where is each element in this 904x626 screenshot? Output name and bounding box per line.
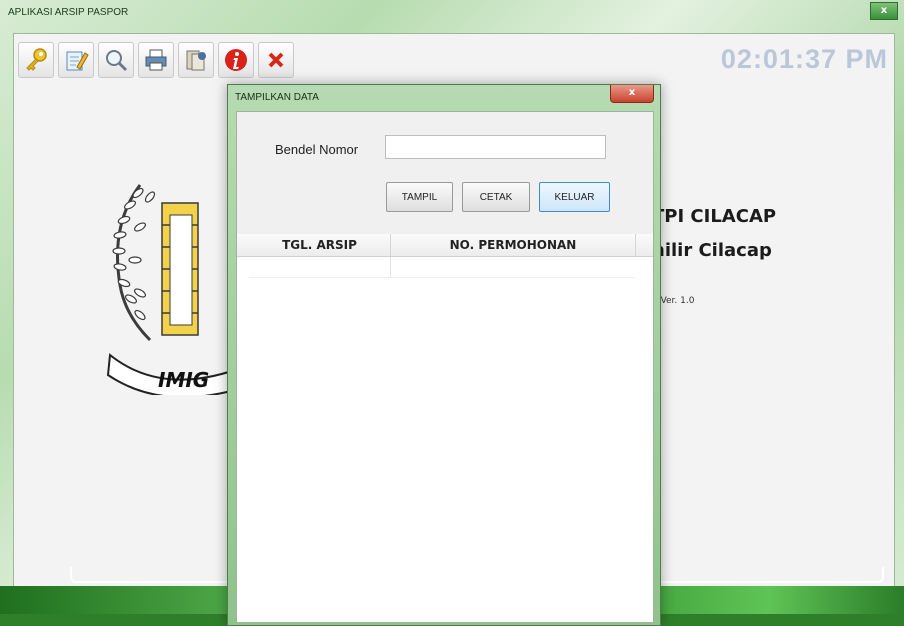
key-icon [26, 48, 47, 71]
key-button[interactable] [18, 42, 54, 78]
immigration-emblem: IMIG [106, 184, 236, 395]
print-button[interactable] [138, 42, 174, 78]
dialog-title: TAMPILKAN DATA [235, 92, 319, 103]
bendel-nomor-input[interactable] [385, 135, 606, 159]
clock-display: 02:01:37 PM [720, 44, 888, 74]
archive-icon [186, 50, 206, 71]
column-header-no-permohonan[interactable]: NO. PERMOHONAN [391, 234, 636, 256]
search-button[interactable] [98, 42, 134, 78]
svg-text:IMIG: IMIG [158, 368, 209, 392]
close-icon [268, 52, 284, 68]
office-name-line1: TPI CILACAP [652, 206, 777, 227]
info-icon [225, 49, 247, 71]
table-header: TGL. ARSIP NO. PERMOHONAN [237, 234, 653, 257]
edit-icon [66, 51, 89, 71]
print-icon [145, 49, 167, 71]
bendel-nomor-label: Bendel Nomor [275, 142, 359, 157]
info-button[interactable] [218, 42, 254, 78]
main-close-button[interactable]: x [870, 2, 898, 20]
tampilkan-data-dialog: TAMPILKAN DATA x Bendel Nomor TAMPIL CET… [227, 84, 661, 626]
table-row[interactable] [249, 257, 635, 278]
tampil-button[interactable]: TAMPIL [386, 182, 453, 212]
toolbar [18, 42, 294, 78]
main-window-title: APLIKASI ARSIP PASPOR [8, 7, 129, 18]
cetak-button[interactable]: CETAK [462, 182, 530, 212]
column-header-tgl-arsip[interactable]: TGL. ARSIP [249, 234, 391, 256]
search-icon [106, 50, 128, 72]
exit-button[interactable] [258, 42, 294, 78]
office-name-line2: hilir Cilacap [652, 240, 772, 261]
dialog-close-button[interactable]: x [610, 85, 654, 103]
data-table[interactable]: TGL. ARSIP NO. PERMOHONAN [237, 234, 653, 622]
keluar-button[interactable]: KELUAR [539, 182, 610, 212]
archive-button[interactable] [178, 42, 214, 78]
edit-button[interactable] [58, 42, 94, 78]
cell-divider [390, 257, 391, 277]
dialog-body: Bendel Nomor TAMPIL CETAK KELUAR TGL. AR… [236, 111, 654, 623]
